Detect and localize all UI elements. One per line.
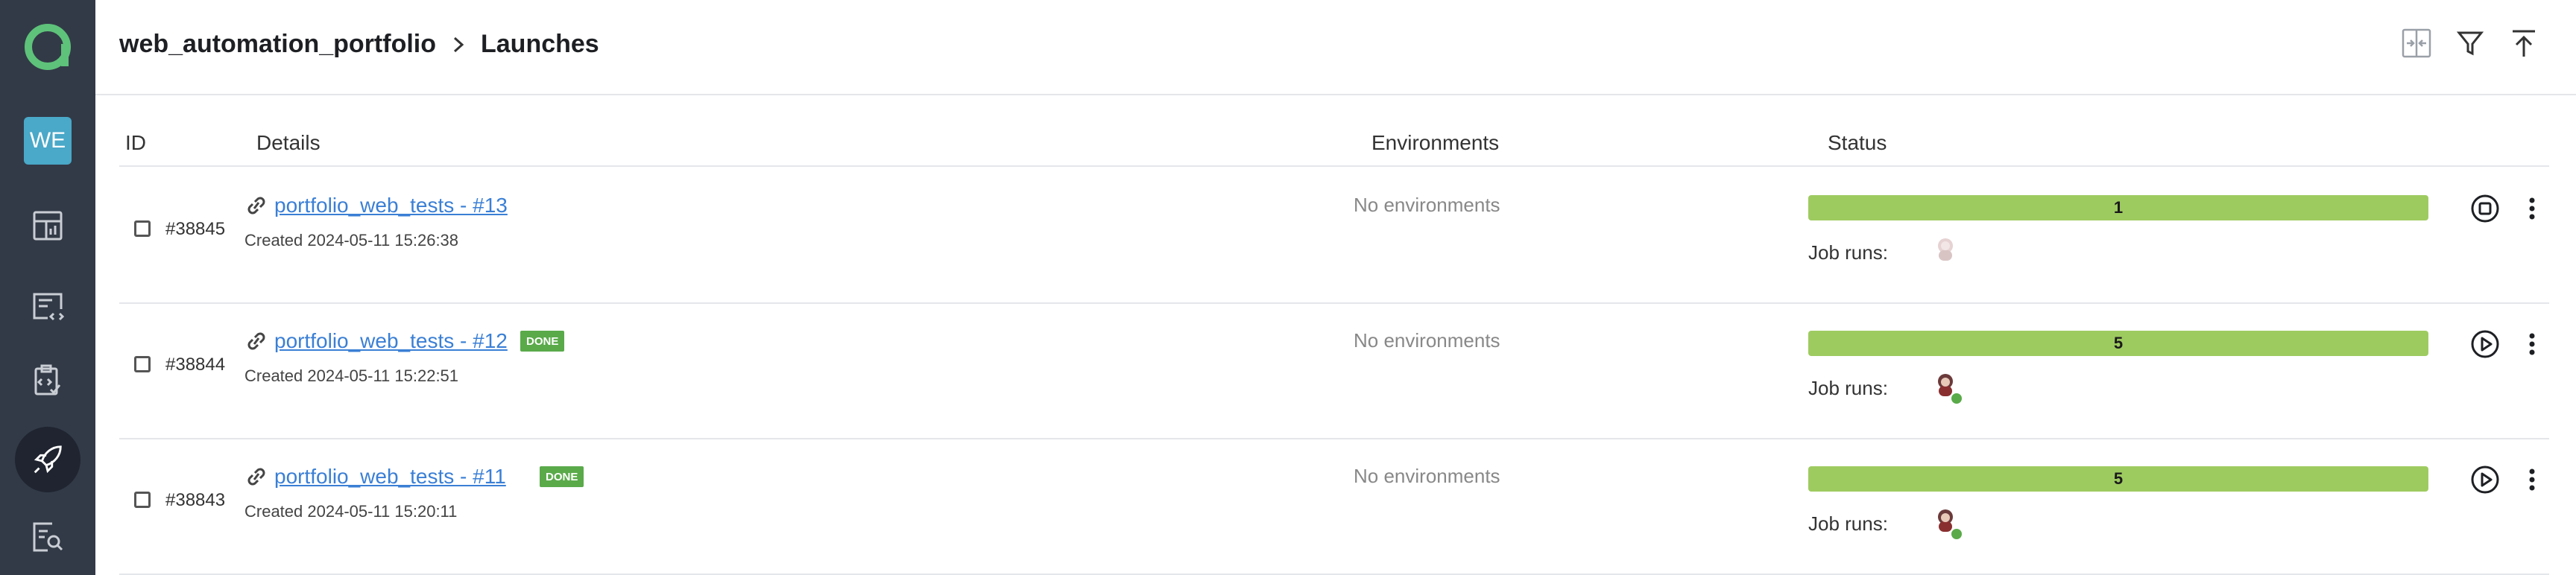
status-badge: DONE (520, 331, 565, 352)
row-checkbox[interactable] (134, 492, 151, 508)
status-badge: DONE (540, 466, 584, 487)
launch-id: #38843 (165, 490, 226, 510)
active-indicator (15, 427, 80, 492)
more-menu-button[interactable] (2521, 465, 2543, 495)
compare-icon (2402, 28, 2431, 58)
created-date: Created 2024-05-11 15:20:11 (244, 502, 458, 521)
more-menu-button[interactable] (2521, 329, 2543, 359)
table-row: #38845 portfolio_web_tests - #13 Created… (119, 167, 2549, 304)
column-environments: Environments (1371, 131, 1500, 154)
app-logo[interactable] (0, 13, 95, 80)
filter-icon (2457, 31, 2484, 56)
online-status-dot (1950, 392, 1963, 405)
sidebar-item-tests[interactable] (0, 347, 95, 414)
breadcrumb-page: Launches (481, 30, 599, 58)
chevron-right-icon (451, 36, 466, 54)
row-checkbox[interactable] (134, 356, 151, 372)
run-button[interactable] (2470, 465, 2500, 495)
status-progress-bar: 5 (1808, 466, 2428, 492)
column-id: ID (125, 131, 146, 154)
job-runs-label: Job runs: (1808, 377, 1888, 399)
link-icon (244, 331, 268, 355)
status-progress-bar: 5 (1808, 331, 2428, 356)
created-date: Created 2024-05-11 15:22:51 (244, 366, 459, 385)
kebab-menu-icon (2529, 468, 2535, 491)
avatar[interactable] (1935, 237, 1960, 267)
created-date: Created 2024-05-11 15:26:38 (244, 231, 459, 250)
job-runs-label: Job runs: (1808, 512, 1888, 535)
upload-button[interactable] (2506, 25, 2542, 61)
filter-button[interactable] (2452, 25, 2488, 61)
more-menu-button[interactable] (2521, 194, 2543, 223)
launch-id: #38845 (165, 219, 226, 239)
table-header: ID Details Environments Status (119, 119, 2549, 167)
stop-button[interactable] (2470, 194, 2500, 223)
launch-link[interactable]: portfolio_web_tests - #12 (274, 329, 508, 353)
stop-icon (2471, 194, 2499, 223)
avatar[interactable] (1935, 508, 1963, 541)
sidebar-item-launches[interactable] (0, 426, 95, 493)
sidebar-item-code[interactable] (0, 273, 95, 340)
page-header: web_automation_portfolio Launches (95, 0, 2576, 95)
main-content: web_automation_portfolio Launches ID Det… (95, 0, 2576, 575)
breadcrumb-project[interactable]: web_automation_portfolio (119, 30, 436, 59)
environments-value: No environments (1354, 194, 1500, 216)
avatar[interactable] (1935, 372, 1963, 405)
code-file-icon (33, 293, 65, 321)
table-row: #38844 portfolio_web_tests - #12 DONE Cr… (119, 302, 2549, 439)
job-runs-label: Job runs: (1808, 241, 1888, 264)
table-row: #38843 portfolio_web_tests - #11 DONE Cr… (119, 438, 2549, 575)
column-details: Details (256, 131, 321, 154)
launch-link[interactable]: portfolio_web_tests - #13 (274, 194, 508, 217)
breadcrumb: web_automation_portfolio Launches (119, 30, 599, 59)
environments-value: No environments (1354, 465, 1500, 487)
upload-icon (2513, 30, 2535, 57)
sidebar: WE (0, 0, 95, 575)
environments-value: No environments (1354, 329, 1500, 352)
logo-icon (25, 24, 71, 70)
search-report-icon (33, 522, 63, 552)
row-checkbox[interactable] (134, 220, 151, 237)
kebab-menu-icon (2529, 197, 2535, 220)
rocket-icon (34, 445, 62, 474)
play-icon (2471, 330, 2499, 358)
clipboard-check-icon (34, 364, 61, 395)
status-progress-bar: 1 (1808, 195, 2428, 220)
run-button[interactable] (2470, 329, 2500, 359)
kebab-menu-icon (2529, 333, 2535, 355)
dashboard-icon (33, 211, 63, 241)
sidebar-item-reports[interactable] (0, 503, 95, 571)
workspace-badge[interactable]: WE (24, 117, 72, 165)
launch-id: #38844 (165, 355, 226, 375)
link-icon (244, 195, 268, 220)
sidebar-item-dashboard[interactable] (0, 192, 95, 259)
launch-link[interactable]: portfolio_web_tests - #11 (274, 465, 506, 489)
online-status-dot (1950, 527, 1963, 541)
play-icon (2471, 466, 2499, 494)
link-icon (244, 466, 268, 491)
compare-button[interactable] (2399, 25, 2434, 61)
column-status: Status (1828, 131, 1887, 154)
